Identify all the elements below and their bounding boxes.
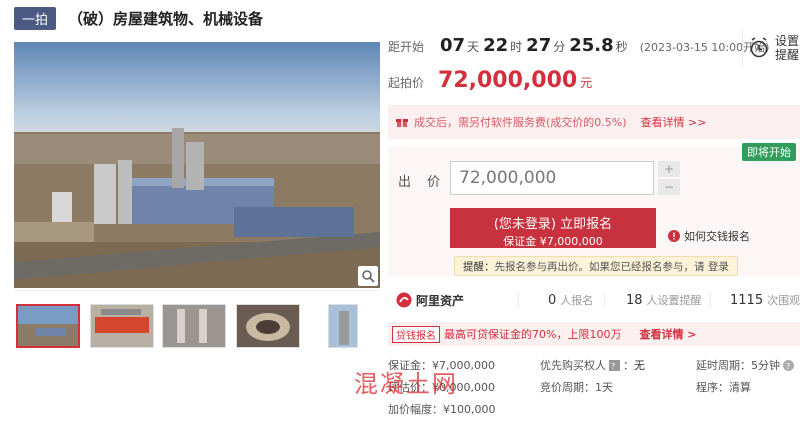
signup-count: 0 人报名 (548, 292, 593, 308)
service-fee-notice: 成交后，需另付软件服务费(成交价的0.5%) 查看详情 >> (388, 105, 800, 139)
priority-buyer-value: 无 (634, 359, 645, 372)
login-reminder-tip: 提醒：先报名参与再出价。如果您已经报名参与，请 登录 (454, 256, 738, 276)
view-count-number: 1115 (730, 293, 764, 308)
reminder-line-2: 提醒 (775, 48, 800, 62)
procedure-info: 程序：清算 (696, 381, 751, 394)
reminder-count-number: 18 (626, 293, 643, 308)
help-icon[interactable]: ? (783, 359, 794, 371)
bid-label: 出 价 (398, 175, 447, 190)
start-price-label: 起拍价 (388, 76, 425, 90)
thumbnail-image (18, 306, 78, 346)
page-title: （破）房屋建筑物、机械设备 (68, 9, 264, 28)
set-reminder-label: 设置 提醒 (775, 34, 799, 62)
view-count-label: 次围观 (767, 294, 800, 307)
status-badge: 即将开始 (742, 143, 796, 161)
reminder-line-1: 设置 (775, 34, 800, 48)
factory-photo-illustration (14, 42, 380, 288)
set-reminder-button[interactable]: 设置 提醒 (742, 30, 800, 66)
bid-cycle-info: 竞价周期：1天 (540, 381, 613, 394)
reminder-count-label: 人设置提醒 (646, 294, 702, 307)
start-price-row: 起拍价 72,000,000 元 (388, 68, 592, 94)
zoom-icon (362, 270, 375, 283)
loan-banner: 贷钱报名 最高可贷保证金的70%，上限100万 查看详情 > (388, 322, 800, 346)
stats-row: 阿里资产 0 人报名 18 人设置提醒 1115 次围观 (388, 286, 800, 314)
divider (14, 290, 380, 291)
increment-info: 加价幅度：¥100,000 (388, 403, 496, 416)
thumbnail-image (91, 305, 153, 347)
countdown-label: 距开始 (388, 40, 425, 54)
signup-button-label: (您未登录) 立即报名 (493, 217, 613, 232)
countdown-hours: 22 (483, 35, 509, 56)
thumbnail-image (163, 305, 225, 347)
tip-text: 先报名参与再出价。如果您已经报名参与，请 登录 (494, 261, 729, 273)
countdown-minutes: 27 (526, 35, 552, 56)
svg-text:?: ? (786, 362, 790, 371)
help-icon[interactable]: ? (609, 359, 620, 371)
delay-period-text: 延时周期：5分钟 (696, 359, 780, 372)
service-fee-details-link[interactable]: 查看详情 >> (641, 114, 707, 130)
svg-text:?: ? (611, 362, 615, 371)
countdown-minutes-unit: 分 (553, 40, 566, 54)
thumbnail-3[interactable] (162, 304, 226, 348)
bid-area: 即将开始 出 价 72,000,000 + − (您未登录) 立即报名 保证金 … (388, 143, 800, 276)
site-watermark: 混凝土网 (354, 370, 458, 398)
thumbnail-image (329, 305, 357, 347)
signup-count-label: 人报名 (560, 294, 594, 307)
countdown-seconds-unit: 秒 (615, 40, 628, 54)
start-price-value: 72,000,000 (438, 68, 578, 93)
loan-text: 最高可贷保证金的70%，上限100万 (444, 328, 622, 341)
ali-logo-icon (396, 292, 412, 308)
thumbnail-1[interactable] (16, 304, 80, 348)
divider (710, 292, 711, 308)
tip-key: 提醒： (463, 261, 495, 273)
thumbnail-strip (14, 304, 380, 350)
signup-button[interactable]: (您未登录) 立即报名 保证金 ¥7,000,000 (450, 208, 656, 248)
priority-buyer-info: 优先购买权人 ? ：无 (540, 359, 645, 372)
thumbnail-image (237, 305, 299, 347)
gift-icon (396, 119, 408, 127)
countdown-days-unit: 天 (467, 40, 480, 54)
title-bar: 一拍 （破）房屋建筑物、机械设备 (14, 6, 264, 30)
thumbnail-2[interactable] (90, 304, 154, 348)
bid-amount-input[interactable]: 72,000,000 (450, 161, 654, 195)
alarm-clock-icon (750, 37, 768, 58)
countdown-hours-unit: 时 (510, 40, 523, 54)
brand-name: 阿里资产 (416, 293, 465, 308)
start-price-unit: 元 (580, 76, 593, 90)
service-fee-text: 成交后，需另付软件服务费(成交价的0.5%) (414, 116, 627, 129)
bid-increase-button[interactable]: + (658, 161, 680, 177)
countdown-seconds: 25.8 (569, 35, 614, 56)
priority-buyer-label: 优先购买权人 (540, 359, 606, 372)
brand-logo: 阿里资产 (396, 292, 464, 309)
thumbnail-5[interactable] (328, 304, 358, 348)
how-to-pay-label: 如何交钱报名 (684, 230, 750, 243)
divider (604, 292, 605, 308)
loan-details-link[interactable]: 查看详情 > (639, 326, 696, 342)
auction-round-tag: 一拍 (14, 6, 57, 30)
info-icon (668, 230, 680, 242)
bid-decrease-button[interactable]: − (658, 179, 680, 195)
thumbnail-4[interactable] (236, 304, 300, 348)
signup-deposit-label: 保证金 ¥7,000,000 (503, 235, 603, 248)
zoom-button[interactable] (358, 266, 378, 286)
delay-period-info: 延时周期：5分钟 ? (696, 357, 794, 373)
reminder-count: 18 人设置提醒 (626, 292, 702, 308)
countdown-row: 距开始 07 天 22 时 27 分 25.8 秒 (2023-03-15 10… (388, 35, 769, 63)
how-to-pay-link[interactable]: 如何交钱报名 (668, 228, 750, 244)
loan-tag: 贷钱报名 (392, 325, 440, 343)
divider (518, 292, 519, 308)
signup-count-number: 0 (548, 293, 557, 308)
main-photo[interactable] (14, 42, 380, 288)
view-count: 1115 次围观 (730, 292, 800, 308)
countdown-days: 07 (440, 35, 466, 56)
